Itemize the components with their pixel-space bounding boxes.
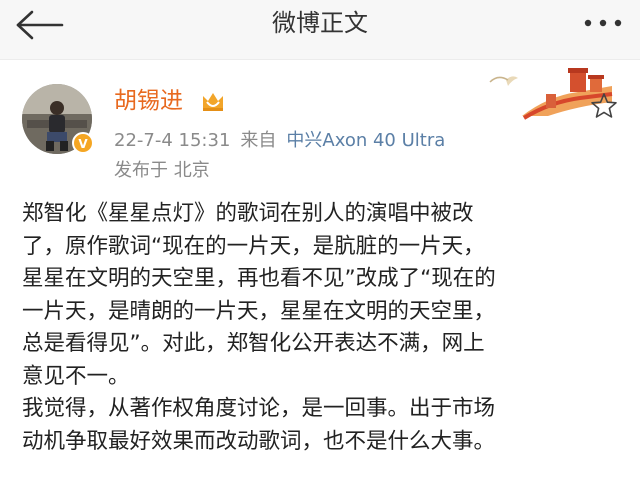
post-text-line: 动机争取最好效果而改动歌词，也不是什么大事。 (22, 428, 496, 454)
verified-badge-icon: V (78, 137, 88, 151)
post-text-line: 我觉得，从著作权角度讨论，是一回事。出于市场 (22, 396, 496, 421)
source-prefix: 来自 (240, 130, 277, 151)
vip-crown-icon (203, 93, 223, 111)
page-title: 微博正文 (272, 9, 368, 37)
post-datetime: 22-7-4 15:31 (114, 130, 231, 151)
vip-badge[interactable] (200, 88, 226, 114)
svg-text:V: V (78, 137, 88, 151)
post-text-line: 总是看得见”。对此，郑智化公开表达不满，网上 (22, 331, 485, 356)
more-button[interactable] (574, 8, 632, 38)
post-content: 郑智化《星星点灯》的歌词在别人的演唱中被改 了，原作歌词“现在的一片天，是肮脏的… (22, 198, 622, 458)
favorite-button[interactable] (590, 92, 618, 120)
post-text-line: 意见不一。 (22, 363, 130, 389)
post-meta: 22-7-4 15:31 来自 中兴Axon 40 Ultra (114, 128, 445, 154)
more-dots-icon (584, 19, 622, 27)
star-icon (591, 93, 617, 118)
post-text-line: 星星在文明的天空里，再也看不见”改成了“现在的 (22, 266, 496, 291)
verified-badge: V (72, 132, 94, 154)
post-text-line: 了，原作歌词“现在的一片天，是肮脏的一片天， (22, 233, 485, 259)
top-nav-bar: 微博正文 (0, 0, 640, 60)
author-name[interactable]: 胡锡进 (114, 86, 183, 116)
post-text-line: 一片天，是晴朗的一片天，星星在文明的天空里， (22, 298, 496, 324)
source-device-link[interactable]: 中兴Axon 40 Ultra (286, 130, 445, 151)
post-text-line: 郑智化《星星点灯》的歌词在别人的演唱中被改 (22, 201, 474, 226)
post-location: 发布于 北京 (114, 160, 210, 181)
